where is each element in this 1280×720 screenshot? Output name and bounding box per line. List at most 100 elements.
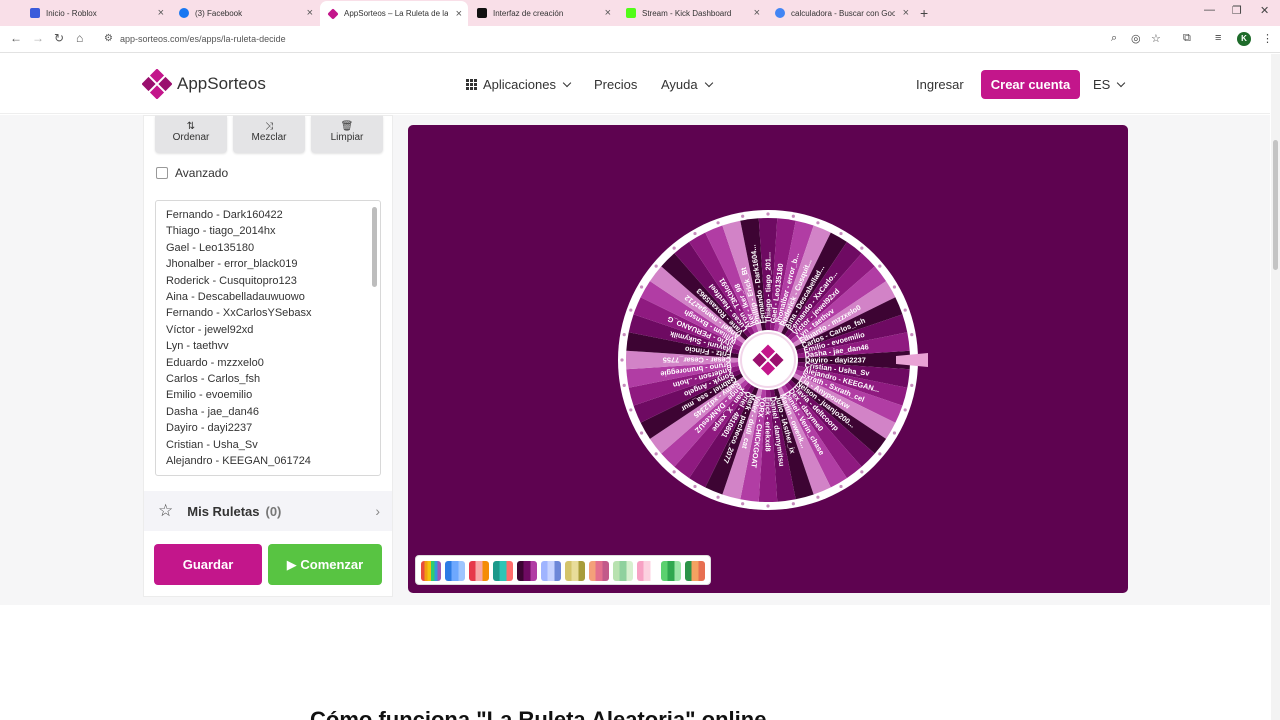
palette-swatch[interactable]: [589, 561, 609, 581]
tab-title: Interfaz de creación: [493, 8, 564, 18]
rim-dot: [839, 231, 843, 236]
media-icon[interactable]: ≡: [1215, 32, 1221, 44]
tab-title: calculadora - Buscar con Googl: [791, 8, 895, 18]
window-close-icon[interactable]: ✕: [1260, 4, 1269, 17]
nav-ayuda[interactable]: Ayuda: [661, 77, 713, 92]
start-label: Comenzar: [300, 557, 364, 572]
palette-swatch[interactable]: [469, 561, 489, 581]
reload-icon[interactable]: ↻: [54, 31, 64, 45]
browser-tab-kick[interactable]: Stream - Kick Dashboard ×: [618, 3, 766, 23]
rim-dot: [816, 495, 820, 499]
google-favicon-icon: [775, 8, 785, 18]
rim-dot: [716, 221, 720, 225]
browser-tab-roblox[interactable]: Inicio - Roblox ×: [22, 3, 170, 23]
advanced-toggle[interactable]: Avanzado: [156, 166, 228, 180]
nav-aplicaciones-label: Aplicaciones: [483, 77, 556, 92]
chevron-right-icon: ›: [375, 503, 380, 519]
browser-tab-appsorteos[interactable]: AppSorteos – La Ruleta de la Su ×: [320, 1, 468, 26]
rim-dot: [622, 333, 626, 337]
eye-off-icon[interactable]: ◎: [1131, 32, 1141, 45]
home-icon[interactable]: ⌂: [76, 31, 83, 45]
rim-dot: [878, 452, 882, 456]
close-tab-icon[interactable]: ×: [605, 7, 611, 19]
login-link[interactable]: Ingresar: [916, 77, 964, 92]
browser-tab-facebook[interactable]: (3) Facebook ×: [171, 3, 319, 23]
palette-swatch[interactable]: [613, 561, 633, 581]
browser-tab-creacion[interactable]: Interfaz de creación ×: [469, 3, 617, 23]
play-icon: ▶: [286, 557, 297, 572]
name-entry: Aina - Descabelladauwuowo: [166, 291, 305, 304]
nav-aplicaciones[interactable]: Aplicaciones: [466, 77, 572, 92]
palette-swatch[interactable]: [445, 561, 465, 581]
appsorteos-logo-icon[interactable]: [142, 69, 172, 99]
new-tab-icon[interactable]: +: [920, 5, 928, 21]
rim-dot: [639, 431, 644, 435]
rim-dot: [892, 431, 897, 435]
back-icon[interactable]: ←: [10, 31, 22, 45]
login-label: Ingresar: [916, 77, 964, 92]
advanced-label: Avanzado: [175, 166, 229, 180]
spin-wheel[interactable]: Dayiro - dayi2237Cristian - Usha_SvAleja…: [608, 200, 928, 520]
close-tab-icon[interactable]: ×: [307, 7, 313, 19]
save-button[interactable]: Guardar: [154, 544, 262, 585]
rim-dot: [620, 358, 624, 362]
site-header: AppSorteos Aplicaciones Precios Ayuda In…: [0, 54, 1270, 114]
browser-tab-google[interactable]: calculadora - Buscar con Googl ×: [767, 3, 915, 23]
wheel-panel: Dayiro - dayi2237 Cristian - Usha_Sv Aleja…: [408, 125, 1128, 593]
names-textarea[interactable]: Fernando - Dark160422 Thiago - tiago_2014…: [155, 200, 381, 476]
names-scrollbar[interactable]: [372, 207, 377, 287]
wheel-hub-ring: [740, 332, 796, 388]
names-list: Fernando - Dark160422 Thiago - tiago_2014…: [166, 207, 312, 470]
bookmark-star-icon[interactable]: ☆: [1151, 32, 1161, 45]
advanced-checkbox[interactable]: [156, 167, 168, 179]
close-tab-icon[interactable]: ×: [903, 7, 909, 19]
close-tab-icon[interactable]: ×: [456, 8, 462, 20]
language-selector[interactable]: ES: [1093, 77, 1126, 92]
rim-dot: [693, 484, 697, 489]
palette-swatch[interactable]: [637, 561, 657, 581]
logo-text[interactable]: AppSorteos: [177, 74, 266, 94]
clear-label: Limpiar: [330, 132, 364, 143]
site-info-icon[interactable]: ⚙: [104, 33, 113, 44]
profile-avatar[interactable]: K: [1237, 32, 1251, 46]
palette-swatch[interactable]: [565, 561, 585, 581]
palette-swatch[interactable]: [541, 561, 561, 581]
name-entry: Carlos - Carlos_fsh: [166, 373, 261, 386]
star-icon: ☆: [158, 501, 174, 520]
color-palette-bar: [415, 555, 711, 585]
palette-swatch[interactable]: [421, 561, 441, 581]
restore-icon[interactable]: ❐: [1232, 4, 1242, 17]
page-scrollbar-thumb[interactable]: [1273, 140, 1278, 270]
extensions-icon[interactable]: ⧉: [1183, 32, 1191, 45]
name-entry: Fernando - Dark160422: [166, 209, 283, 221]
forward-icon[interactable]: →: [32, 31, 44, 45]
rim-dot: [860, 246, 864, 250]
my-wheels-row[interactable]: ☆ Mis Ruletas (0) ›: [144, 491, 392, 531]
minimize-icon[interactable]: —: [1204, 4, 1215, 16]
name-entry: Thiago - tiago_2014hx: [166, 225, 276, 238]
browser-menu-icon[interactable]: ⋮: [1262, 32, 1273, 45]
rim-dot: [629, 408, 633, 412]
name-entry: Lyn - taethvv: [166, 340, 229, 353]
browser-tab-bar: Inicio - Roblox × (3) Facebook × AppSort…: [0, 0, 1280, 26]
sort-button[interactable]: ⇅ Ordenar: [155, 116, 227, 153]
apps-grid-icon: [466, 79, 477, 90]
shuffle-button[interactable]: ⤨ Mezclar: [233, 116, 305, 153]
chevron-down-icon: [1117, 78, 1126, 87]
palette-swatch[interactable]: [685, 561, 705, 581]
close-tab-icon[interactable]: ×: [754, 7, 760, 19]
close-tab-icon[interactable]: ×: [158, 7, 164, 19]
tab-title: Stream - Kick Dashboard: [642, 8, 732, 18]
rim-dot: [860, 470, 864, 474]
zoom-icon[interactable]: ⌕: [1111, 32, 1117, 45]
start-button[interactable]: ▶ Comenzar: [268, 544, 382, 585]
create-account-button[interactable]: Crear cuenta: [981, 70, 1080, 99]
nav-precios[interactable]: Precios: [594, 77, 637, 92]
palette-swatch[interactable]: [661, 561, 681, 581]
palette-swatch[interactable]: [493, 561, 513, 581]
palette-swatch[interactable]: [517, 561, 537, 581]
rim-dot: [892, 285, 897, 289]
rim-dot: [816, 221, 820, 225]
clear-button[interactable]: 🗑 Limpiar: [311, 116, 383, 153]
url-field[interactable]: app-sorteos.com/es/apps/la-ruleta-decide: [100, 30, 1180, 49]
